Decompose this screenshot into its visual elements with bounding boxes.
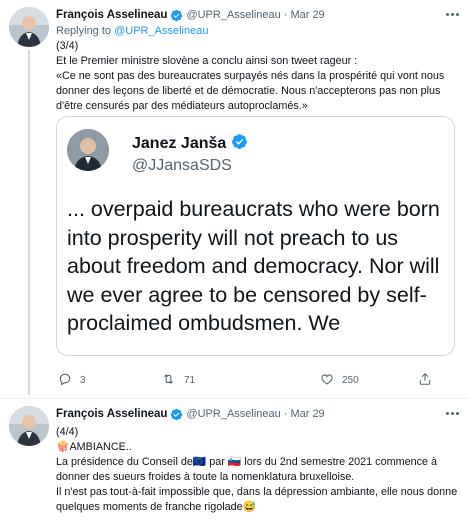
- tweet-text-line: (3/4): [56, 40, 79, 52]
- share-icon: [418, 372, 432, 389]
- verified-badge-icon: [170, 408, 183, 421]
- thread-connector-line: [28, 50, 30, 395]
- tweet-header: François Asselineau @UPR_Asselineau · Ma…: [56, 7, 459, 23]
- tweet-text: (4/4) 🍿AMBIANCE.. La présidence du Conse…: [56, 425, 459, 515]
- retweet-icon: [161, 372, 176, 389]
- like-count: 250: [342, 375, 359, 386]
- tweet-text-line: La présidence du Conseil de🇪🇺 par 🇸🇮 lor…: [56, 456, 437, 483]
- tweet-text: (3/4) Et le Premier ministre slovène a c…: [56, 39, 459, 114]
- author-handle[interactable]: @UPR_Asselineau: [186, 408, 280, 420]
- replying-to: Replying to @UPR_Asselineau: [56, 25, 459, 37]
- embedded-author-handle: @JJansaSDS: [132, 157, 232, 174]
- tweet-text-line: Et le Premier ministre slovène a conclu …: [56, 55, 358, 67]
- tweet-3-of-4[interactable]: François Asselineau @UPR_Asselineau · Ma…: [0, 0, 469, 398]
- like-icon: [320, 372, 334, 389]
- replying-handle-link[interactable]: @UPR_Asselineau: [114, 25, 208, 37]
- tweet-body: François Asselineau @UPR_Asselineau · Ma…: [56, 406, 459, 515]
- embedded-tweet-text: ... overpaid bureaucrats who were born i…: [67, 197, 440, 335]
- author-name[interactable]: François Asselineau: [56, 408, 167, 420]
- embedded-author-avatar: [67, 129, 109, 171]
- tweet-body: François Asselineau @UPR_Asselineau · Ma…: [56, 7, 459, 114]
- retweet-button[interactable]: 71: [161, 372, 195, 389]
- embedded-tweet-image[interactable]: Janez Janša @JJansaSDS ... overpaid bure…: [56, 116, 455, 356]
- separator-dot: ·: [283, 408, 288, 420]
- reply-count: 3: [80, 375, 86, 386]
- author-handle[interactable]: @UPR_Asselineau: [186, 9, 280, 21]
- more-icon[interactable]: [446, 7, 459, 21]
- more-icon[interactable]: [446, 406, 459, 420]
- like-button[interactable]: 250: [320, 372, 359, 389]
- tweet-4-of-4[interactable]: François Asselineau @UPR_Asselineau · Ma…: [0, 398, 469, 524]
- author-avatar[interactable]: [9, 7, 49, 47]
- verified-badge-icon: [231, 133, 248, 155]
- reply-icon: [58, 372, 72, 389]
- tweet-text-line: «Ce ne sont pas des bureaucrates surpayé…: [56, 70, 445, 112]
- retweet-count: 71: [184, 375, 196, 386]
- tweet-text-line: Il n'est pas tout-à-fait impossible que,…: [56, 486, 458, 513]
- tweet-text-line: 🍿AMBIANCE..: [56, 441, 132, 453]
- verified-badge-icon: [170, 9, 183, 22]
- tweet-actions: 3 71 250: [56, 372, 456, 388]
- reply-button[interactable]: 3: [58, 372, 86, 389]
- tweet-date[interactable]: Mar 29: [290, 408, 324, 420]
- separator-dot: ·: [283, 9, 288, 21]
- author-name[interactable]: François Asselineau: [56, 9, 167, 21]
- tweet-date[interactable]: Mar 29: [290, 9, 324, 21]
- embedded-author-name: Janez Janša: [132, 133, 248, 155]
- replying-prefix: Replying to: [56, 25, 112, 37]
- tweet-header: François Asselineau @UPR_Asselineau · Ma…: [56, 406, 459, 422]
- embedded-author-name-text: Janez Janša: [132, 135, 227, 152]
- tweet-text-line: (4/4): [56, 426, 79, 438]
- author-avatar[interactable]: [9, 406, 49, 446]
- share-button[interactable]: [418, 372, 432, 389]
